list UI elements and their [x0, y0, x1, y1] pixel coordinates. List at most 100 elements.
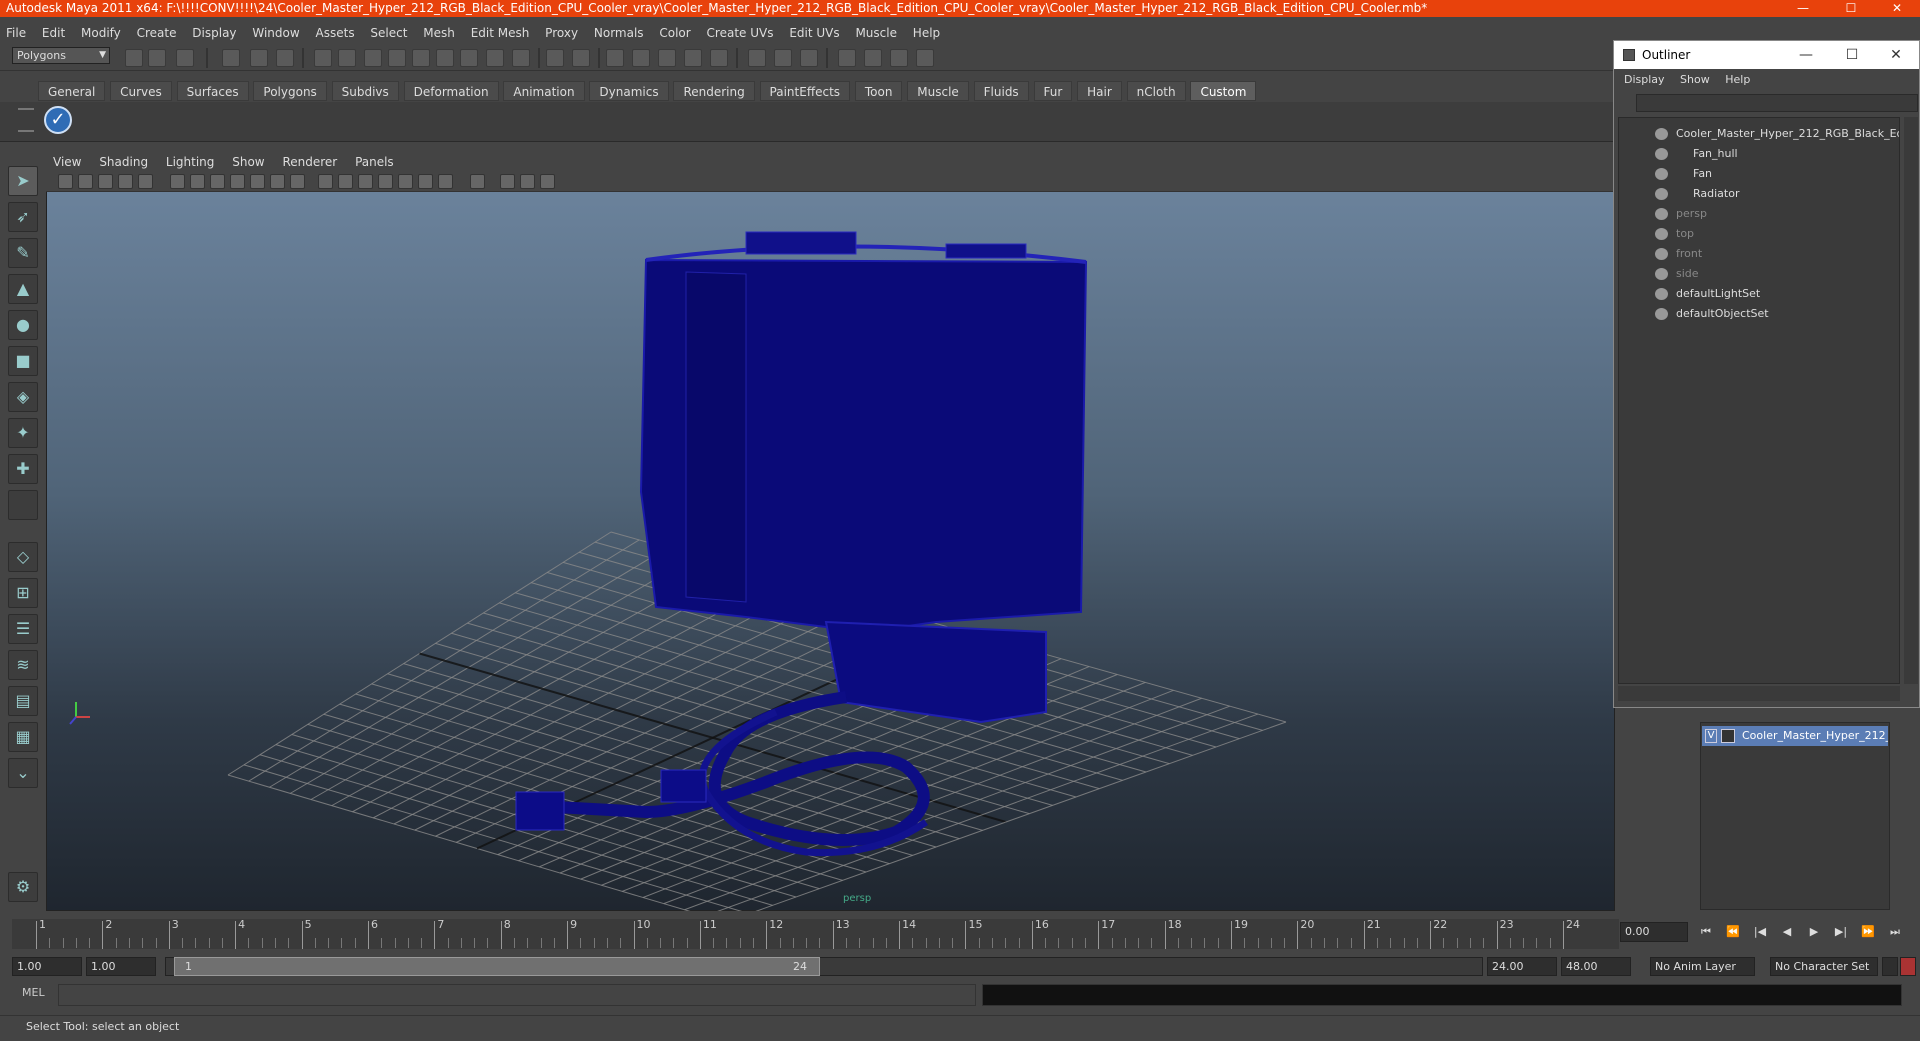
- playback-start-field[interactable]: 1.00: [86, 957, 156, 976]
- outliner-item[interactable]: front: [1619, 244, 1899, 264]
- playback-button[interactable]: |◀: [1751, 925, 1769, 941]
- playback-button[interactable]: ⏮: [1697, 925, 1715, 941]
- outliner-item[interactable]: Radiator: [1619, 184, 1899, 204]
- cable-connector-left[interactable]: [515, 791, 565, 831]
- render-view-icon[interactable]: [774, 49, 792, 67]
- outliner-horizontal-scrollbar[interactable]: [1618, 686, 1900, 701]
- outliner-item[interactable]: Cooler_Master_Hyper_212_RGB_Black_Editic: [1619, 124, 1899, 144]
- 2d-pan-zoom-icon[interactable]: [138, 174, 153, 189]
- textured-icon[interactable]: [378, 174, 393, 189]
- playback-button[interactable]: ▶: [1805, 925, 1823, 941]
- menu-assets[interactable]: Assets: [310, 23, 361, 43]
- menu-edit[interactable]: Edit: [36, 23, 71, 43]
- select-rendering-icon[interactable]: [486, 49, 504, 67]
- move-tool-icon[interactable]: ▲: [8, 274, 38, 304]
- mask-menu-icon[interactable]: [314, 49, 332, 67]
- outliner-item[interactable]: Fan_hull: [1619, 144, 1899, 164]
- snap-curve-icon[interactable]: [632, 49, 650, 67]
- outliner-close-button[interactable]: ✕: [1874, 41, 1918, 69]
- scene-canvas[interactable]: [46, 192, 1615, 911]
- render-settings-icon[interactable]: [864, 49, 882, 67]
- playback-button[interactable]: ◀: [1778, 925, 1796, 941]
- menu-display[interactable]: Display: [186, 23, 242, 43]
- select-object-icon[interactable]: [250, 49, 268, 67]
- last-tool-icon[interactable]: [8, 490, 38, 520]
- safe-title-icon[interactable]: [290, 174, 305, 189]
- select-joints-icon[interactable]: [364, 49, 382, 67]
- maximize-button[interactable]: ☐: [1828, 0, 1874, 17]
- outliner-item[interactable]: persp: [1619, 204, 1899, 224]
- open-scene-icon[interactable]: [148, 49, 166, 67]
- hypershade-icon[interactable]: [890, 49, 908, 67]
- playback-end-field[interactable]: 24.00: [1487, 957, 1557, 976]
- cpu-base-block[interactable]: [824, 620, 1047, 724]
- render-current-icon[interactable]: [800, 49, 818, 67]
- wireframe-icon[interactable]: [318, 174, 333, 189]
- save-scene-icon[interactable]: [176, 49, 194, 67]
- menu-muscle[interactable]: Muscle: [849, 23, 903, 43]
- panel-menu-panels[interactable]: Panels: [348, 152, 401, 172]
- mel-command-input[interactable]: [58, 984, 976, 1006]
- character-set-selector[interactable]: No Character Set: [1770, 957, 1878, 976]
- select-component-icon[interactable]: [276, 49, 294, 67]
- outliner-item[interactable]: Fan: [1619, 164, 1899, 184]
- high-quality-icon[interactable]: [438, 174, 453, 189]
- panel-menu-shading[interactable]: Shading: [92, 152, 155, 172]
- menu-proxy[interactable]: Proxy: [539, 23, 584, 43]
- use-all-lights-icon[interactable]: [398, 174, 413, 189]
- playback-button[interactable]: ⏩: [1859, 925, 1877, 941]
- hypershade-layout-icon[interactable]: ▤: [8, 686, 38, 716]
- menu-create[interactable]: Create: [131, 23, 183, 43]
- outliner-maximize-button[interactable]: ☐: [1830, 41, 1874, 69]
- panel-menu-renderer[interactable]: Renderer: [275, 152, 344, 172]
- close-button[interactable]: ✕: [1874, 0, 1920, 17]
- menu-normals[interactable]: Normals: [588, 23, 650, 43]
- anim-layer-selector[interactable]: No Anim Layer: [1650, 957, 1755, 976]
- outliner-menu-display[interactable]: Display: [1618, 70, 1671, 90]
- select-surfaces-icon[interactable]: [412, 49, 430, 67]
- shelf-tab-deformation[interactable]: Deformation: [403, 81, 499, 101]
- shelf-tab-painteffects[interactable]: PaintEffects: [759, 81, 851, 101]
- question-icon[interactable]: [512, 49, 530, 67]
- shelf-tab-hair[interactable]: Hair: [1077, 81, 1122, 101]
- menu-create-uvs[interactable]: Create UVs: [701, 23, 780, 43]
- xray-joints-icon[interactable]: [520, 174, 535, 189]
- select-tool-icon[interactable]: ➤: [8, 166, 38, 196]
- panel-menu-view[interactable]: View: [46, 152, 88, 172]
- shelf-tab-toon[interactable]: Toon: [854, 81, 903, 101]
- outliner-item[interactable]: defaultObjectSet: [1619, 304, 1899, 324]
- shelf-tab-curves[interactable]: Curves: [110, 81, 172, 101]
- select-dynamics-icon[interactable]: [460, 49, 478, 67]
- menu-color[interactable]: Color: [653, 23, 696, 43]
- shelf-tab-rendering[interactable]: Rendering: [673, 81, 755, 101]
- make-live-icon[interactable]: [710, 49, 728, 67]
- outliner-menu-help[interactable]: Help: [1719, 70, 1756, 90]
- persp-graph-layout-icon[interactable]: ≋: [8, 650, 38, 680]
- outliner-item[interactable]: defaultLightSet: [1619, 284, 1899, 304]
- menu-mesh[interactable]: Mesh: [417, 23, 461, 43]
- shelf-tab-custom[interactable]: Custom: [1190, 81, 1257, 101]
- snap-point-icon[interactable]: [658, 49, 676, 67]
- menu-set-selector[interactable]: Polygons ▼: [12, 47, 110, 64]
- shelf-tab-fur[interactable]: Fur: [1033, 81, 1073, 101]
- menu-edit-uvs[interactable]: Edit UVs: [783, 23, 845, 43]
- bookmarks-icon[interactable]: [98, 174, 113, 189]
- history-icon[interactable]: [748, 49, 766, 67]
- display-layer-row[interactable]: V Cooler_Master_Hyper_212_RG: [1702, 726, 1888, 746]
- shelf-tab-general[interactable]: General: [38, 81, 106, 101]
- auto-key-icon[interactable]: [1900, 957, 1916, 976]
- persp-outliner-layout-icon[interactable]: ☰: [8, 614, 38, 644]
- panel-menu-lighting[interactable]: Lighting: [159, 152, 222, 172]
- lasso-tool-icon[interactable]: ➶: [8, 202, 38, 232]
- select-handles-icon[interactable]: [338, 49, 356, 67]
- input-output-icon[interactable]: [916, 49, 934, 67]
- playback-button[interactable]: ⏭: [1886, 925, 1904, 941]
- menu-select[interactable]: Select: [364, 23, 413, 43]
- gate-mask-icon[interactable]: [230, 174, 245, 189]
- shelf-menu-handle[interactable]: [18, 108, 34, 132]
- show-manipulator-icon[interactable]: ✚: [8, 454, 38, 484]
- outliner-minimize-button[interactable]: —: [1784, 41, 1828, 69]
- shelf-tab-dynamics[interactable]: Dynamics: [589, 81, 669, 101]
- checkmark-icon[interactable]: ✓: [44, 106, 72, 134]
- cable-connector-mid[interactable]: [660, 769, 707, 803]
